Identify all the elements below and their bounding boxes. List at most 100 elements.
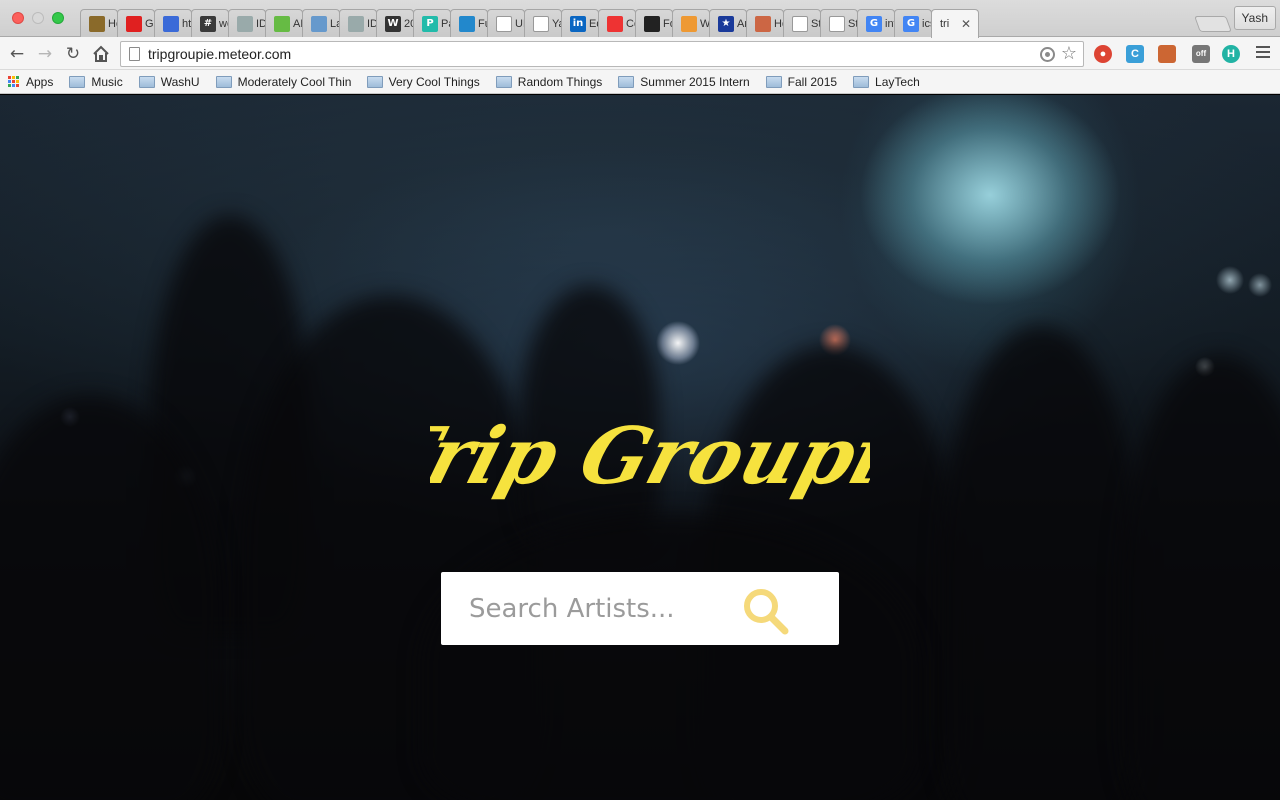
tab-title: Go <box>145 17 154 30</box>
red-square-icon <box>126 15 142 32</box>
browser-tab[interactable]: Ho <box>746 9 784 37</box>
bookmark-label: Music <box>91 74 123 89</box>
browser-tab[interactable]: #we <box>191 9 229 37</box>
bookmark-folder[interactable]: WashU <box>138 74 200 89</box>
home-button[interactable] <box>90 43 112 65</box>
search-icon <box>744 589 789 635</box>
tab-title: W <box>700 18 709 30</box>
reload-button[interactable]: ↻ <box>62 43 84 65</box>
tab-title: ics <box>922 17 931 30</box>
page-icon <box>829 15 845 32</box>
tab-title: ID <box>367 17 376 30</box>
forward-button[interactable]: → <box>34 43 56 65</box>
browser-tab[interactable]: W20 <box>376 9 414 37</box>
star-icon: ★ <box>718 15 734 32</box>
color-wheel-icon <box>607 15 623 32</box>
w-icon: W <box>385 15 401 32</box>
bookmark-folder[interactable]: Fall 2015 <box>765 75 837 89</box>
close-window-button[interactable] <box>12 12 24 24</box>
browser-tab[interactable]: Fu <box>450 9 488 37</box>
tab-list: HoGohtt#weIDIAELaIDW20PPaFuUFYainEdCoFoW… <box>80 9 979 38</box>
bookmark-label: Random Things <box>517 74 603 89</box>
tab-title: we <box>219 17 228 30</box>
profile-button[interactable]: Yash <box>1233 6 1276 30</box>
flag-icon <box>644 15 660 32</box>
address-bar[interactable]: tripgroupie.meteor.com ☆ <box>120 41 1084 67</box>
folder-icon <box>69 75 86 88</box>
new-tab-button[interactable] <box>1194 16 1232 32</box>
minimize-window-button[interactable] <box>32 12 44 24</box>
browser-tab[interactable]: AE <box>265 9 303 37</box>
google-icon: G <box>866 15 882 32</box>
apps-grid-icon <box>8 75 20 88</box>
bookmark-label: WashU <box>160 74 200 89</box>
logo-text: Trip Groupie <box>430 409 870 501</box>
h-icon[interactable]: H <box>1222 45 1240 63</box>
tab-title: AE <box>293 17 302 30</box>
browser-tab[interactable]: W <box>672 9 710 37</box>
folder-icon <box>138 75 155 88</box>
stop-icon[interactable]: ● <box>1094 45 1112 63</box>
browser-tab[interactable]: St <box>820 9 858 37</box>
p-icon: P <box>422 15 438 32</box>
tab-title: La <box>330 17 339 30</box>
google-icon: G <box>903 15 919 32</box>
browser-tab[interactable]: Gint <box>857 9 895 37</box>
close-tab-icon[interactable]: ✕ <box>961 17 971 31</box>
browser-tab[interactable]: La <box>302 9 340 37</box>
bookmark-folder[interactable]: Summer 2015 Intern <box>618 75 750 89</box>
bookmark-red-icon[interactable] <box>1158 45 1176 63</box>
browser-tab[interactable]: inEd <box>561 9 599 37</box>
browser-tab[interactable]: PPa <box>413 9 451 37</box>
browser-tab[interactable]: Ya <box>524 9 562 37</box>
bulb-icon <box>348 15 364 32</box>
dictionary-icon <box>89 15 105 32</box>
bookmark-apps[interactable]: Apps <box>8 75 53 89</box>
browser-tab[interactable]: Co <box>598 9 636 37</box>
browser-tab[interactable]: Go <box>117 9 155 37</box>
bookmark-star-icon[interactable]: ☆ <box>1061 43 1077 64</box>
tab-title: St <box>848 17 857 30</box>
off-icon[interactable]: off <box>1192 45 1210 63</box>
page-hero: Trip Groupie <box>0 95 1280 800</box>
folder-icon <box>765 75 782 88</box>
folder-icon <box>853 75 870 88</box>
browser-tab[interactable]: Ho <box>80 9 118 37</box>
browser-tab[interactable]: Fo <box>635 9 673 37</box>
tab-title: Fu <box>478 17 487 30</box>
bookmark-label: Moderately Cool Thin <box>237 74 351 89</box>
zoom-window-button[interactable] <box>52 12 64 24</box>
bookmark-label: Apps <box>26 74 54 89</box>
tab-title: Ho <box>108 17 117 30</box>
bookmark-folder[interactable]: Moderately Cool Thin <box>215 74 351 89</box>
browser-tab[interactable]: Sty <box>783 9 821 37</box>
browser-tab[interactable]: Gics <box>894 9 932 37</box>
browser-tab[interactable]: UF <box>487 9 525 37</box>
browser-tab[interactable]: htt <box>154 9 192 37</box>
url-text[interactable]: tripgroupie.meteor.com <box>148 42 291 66</box>
browser-tab[interactable]: ★An <box>709 9 747 37</box>
bookmark-folder[interactable]: Random Things <box>495 74 603 89</box>
bookmark-folder[interactable]: Music <box>69 74 123 89</box>
tab-title: Ho <box>774 17 783 30</box>
folder-icon <box>495 75 512 88</box>
bookmarks-bar: Apps Music WashU Moderately Cool Thin Very C… <box>0 70 1280 94</box>
search-button[interactable] <box>737 586 793 636</box>
browser-tab-active[interactable]: tri ✕ <box>931 9 979 38</box>
browser-tab[interactable]: ID <box>339 9 377 37</box>
tab-title: Co <box>626 17 635 30</box>
folder-icon <box>215 75 232 88</box>
c-icon[interactable]: C <box>1126 45 1144 63</box>
location-target-icon[interactable] <box>1040 47 1055 62</box>
tab-title: Fo <box>663 17 672 30</box>
tab-title: 20 <box>404 17 413 30</box>
chrome-menu-button[interactable] <box>1256 46 1270 61</box>
tab-title: int <box>885 17 894 30</box>
browser-tab[interactable]: IDI <box>228 9 266 37</box>
bookmark-folder[interactable]: Very Cool Things <box>366 75 480 89</box>
back-button[interactable]: ← <box>6 43 28 65</box>
bookmark-folder[interactable]: LayTech <box>853 75 920 89</box>
page-icon <box>792 15 808 32</box>
linkedin-icon: in <box>570 15 586 32</box>
search-input[interactable] <box>441 572 731 645</box>
